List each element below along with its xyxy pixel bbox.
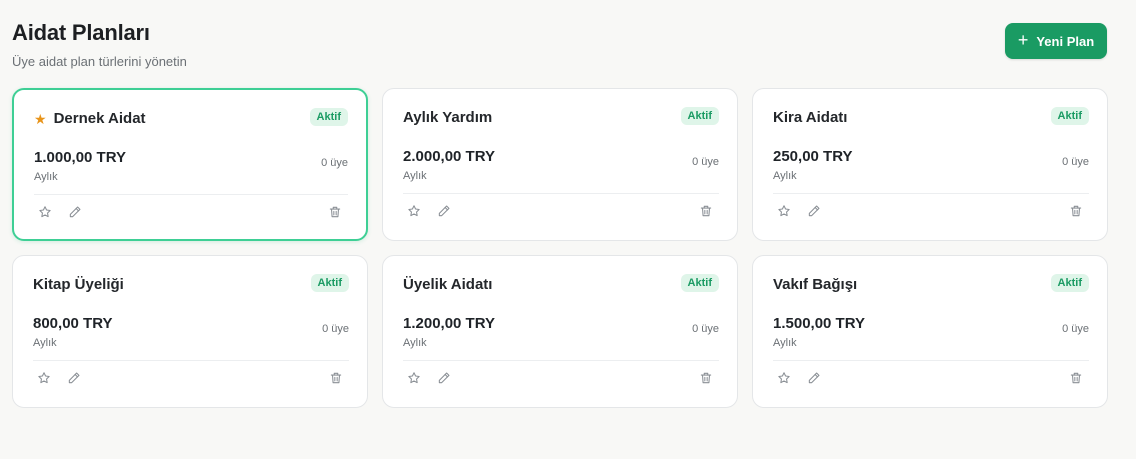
status-badge: Aktif <box>1050 107 1089 125</box>
card-actions <box>35 369 345 387</box>
status-badge: Aktif <box>309 108 348 126</box>
pencil-icon[interactable] <box>65 369 83 387</box>
card-actions <box>36 203 344 221</box>
star-outline-icon[interactable] <box>775 369 793 387</box>
member-count: 0 üye <box>1062 323 1089 335</box>
plan-name: Dernek Aidat <box>53 110 146 127</box>
status-badge: Aktif <box>1050 274 1089 292</box>
member-count: 0 üye <box>322 323 349 335</box>
plan-price: 250,00 TRY <box>773 148 853 165</box>
plan-name: Aylık Yardım <box>403 109 493 126</box>
trash-icon[interactable] <box>1067 202 1085 220</box>
new-plan-button-label: Yeni Plan <box>1036 33 1095 49</box>
status-badge: Aktif <box>310 274 349 292</box>
trash-icon[interactable] <box>697 202 715 220</box>
plan-name: Kira Aidatı <box>773 109 848 126</box>
plan-card[interactable]: Vakıf Bağışı Aktif 1.500,00 TRY Aylık 0 … <box>752 255 1108 408</box>
plan-name: Vakıf Bağışı <box>773 276 858 293</box>
status-badge: Aktif <box>680 274 719 292</box>
status-badge: Aktif <box>680 107 719 125</box>
card-actions <box>405 369 715 387</box>
pencil-icon[interactable] <box>435 369 453 387</box>
card-actions <box>775 202 1085 220</box>
plan-card[interactable]: Kira Aidatı Aktif 250,00 TRY Aylık 0 üye <box>752 88 1108 241</box>
plan-price: 2.000,00 TRY <box>403 148 495 165</box>
plan-period: Aylık <box>403 170 427 182</box>
trash-icon[interactable] <box>697 369 715 387</box>
plan-price: 1.000,00 TRY <box>34 149 126 166</box>
member-count: 0 üye <box>692 156 719 168</box>
pencil-icon[interactable] <box>435 202 453 220</box>
pencil-icon[interactable] <box>805 202 823 220</box>
member-count: 0 üye <box>321 157 348 169</box>
trash-icon[interactable] <box>1067 369 1085 387</box>
plan-name: Üyelik Aidatı <box>403 276 493 293</box>
new-plan-button[interactable]: + Yeni Plan <box>1005 23 1107 59</box>
trash-icon[interactable] <box>326 203 344 221</box>
plus-icon: + <box>1017 30 1029 50</box>
card-divider <box>773 193 1089 194</box>
trash-icon[interactable] <box>327 369 345 387</box>
pencil-icon[interactable] <box>805 369 823 387</box>
plan-card[interactable]: ★ Dernek Aidat Aktif 1.000,00 TRY Aylık … <box>12 88 368 241</box>
plan-price: 800,00 TRY <box>33 315 113 332</box>
star-outline-icon[interactable] <box>775 202 793 220</box>
page-header: Aidat Planları Üye aidat plan türlerini … <box>12 20 187 69</box>
page-subtitle: Üye aidat plan türlerini yönetin <box>12 54 187 69</box>
star-filled-icon: ★ <box>34 110 47 127</box>
pencil-icon[interactable] <box>66 203 84 221</box>
plan-period: Aylık <box>773 170 797 182</box>
card-divider <box>773 360 1089 361</box>
star-outline-icon[interactable] <box>405 369 423 387</box>
plan-period: Aylık <box>34 171 58 183</box>
star-outline-icon[interactable] <box>35 369 53 387</box>
plan-card[interactable]: Kitap Üyeliği Aktif 800,00 TRY Aylık 0 ü… <box>12 255 368 408</box>
card-divider <box>403 193 719 194</box>
member-count: 0 üye <box>1062 156 1089 168</box>
plan-card[interactable]: Aylık Yardım Aktif 2.000,00 TRY Aylık 0 … <box>382 88 738 241</box>
page-title: Aidat Planları <box>12 20 150 45</box>
star-outline-icon[interactable] <box>36 203 54 221</box>
plan-period: Aylık <box>33 337 57 349</box>
plan-name: Kitap Üyeliği <box>33 276 124 293</box>
plan-period: Aylık <box>773 337 797 349</box>
plan-price: 1.200,00 TRY <box>403 315 495 332</box>
card-actions <box>775 369 1085 387</box>
card-actions <box>405 202 715 220</box>
card-divider <box>34 194 348 195</box>
plan-period: Aylık <box>403 337 427 349</box>
plan-card[interactable]: Üyelik Aidatı Aktif 1.200,00 TRY Aylık 0… <box>382 255 738 408</box>
plan-price: 1.500,00 TRY <box>773 315 865 332</box>
card-divider <box>403 360 719 361</box>
member-count: 0 üye <box>692 323 719 335</box>
star-outline-icon[interactable] <box>405 202 423 220</box>
card-divider <box>33 360 349 361</box>
